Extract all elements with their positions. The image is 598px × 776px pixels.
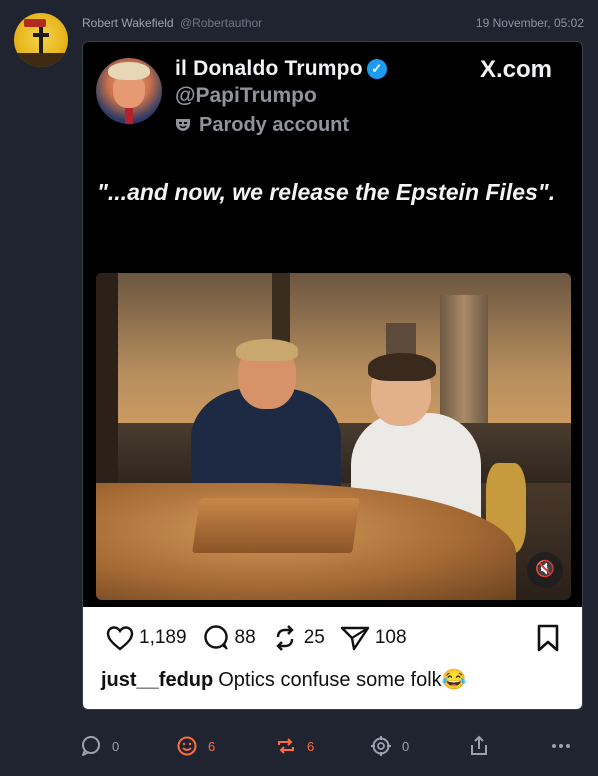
verified-badge-icon: ✓ [366,59,387,79]
like-count: 1,189 [139,627,187,648]
reply-count: 88 [234,627,256,648]
post-author[interactable]: Robert Wakefield @Robertauthor [82,16,262,30]
avatar-ground [14,53,68,67]
pfp-tie [125,108,133,124]
author-name[interactable]: Robert Wakefield [82,16,174,30]
author-avatar[interactable] [14,13,68,67]
top-comment: just__fedup Optics confuse some folk😂 [101,667,467,692]
reaction-count: 6 [208,738,216,754]
smiley-icon [177,736,197,756]
embedded-handle: @PapiTrumpo [175,84,317,107]
embedded-post-card[interactable]: il Donaldo Trumpo ✓ @PapiTrumpo Parody ac… [82,41,583,710]
reply-action-count: 0 [112,738,120,754]
embedded-profile-picture [96,58,162,124]
repost-icon [275,625,294,651]
reply-stat: 88 [201,624,256,652]
parody-mask-icon [176,119,190,131]
embedded-photo[interactable]: 🔇 [96,273,571,600]
heart-icon [106,626,134,651]
embedded-footer: 1,189 88 25 108 just__fedup Optics confu… [83,607,582,709]
repost-count: 25 [303,627,325,648]
photo-man-hair [236,339,298,361]
author-handle[interactable]: @Robertauthor [180,16,262,30]
boost-count: 6 [307,738,315,754]
avatar-cross-bar [33,33,49,37]
share-stat: 108 [339,624,407,652]
embedded-stats: 1,189 88 25 108 [105,623,421,653]
embedded-quote-text: "...and now, we release the Epstein File… [97,179,556,205]
send-icon [340,626,370,651]
comment-text: Optics confuse some folk😂 [218,669,467,691]
avatar-sign [24,19,46,27]
display-name-text: il Donaldo Trumpo [175,57,363,80]
speech-bubble-icon [203,625,228,650]
avatar-cross [39,27,43,53]
comment-username: just__fedup [101,669,214,691]
post-timestamp[interactable]: 19 November, 05:02 [476,16,584,30]
react-button[interactable]: 6 [176,733,215,759]
photo-chessboard [192,498,360,553]
share-count: 108 [374,627,407,648]
repost-stat: 25 [270,624,325,652]
boost-icon [278,738,294,754]
boost-button[interactable]: 6 [275,733,314,759]
crosshair-icon [371,736,391,756]
photo-boy-hair [368,353,436,381]
quote-button[interactable]: 0 [370,733,409,759]
bookmark-icon [536,624,560,657]
reply-icon [82,736,100,756]
quote-count: 0 [402,738,410,754]
more-options-button[interactable] [550,733,582,759]
like-stat: 1,189 [105,624,187,652]
mute-icon[interactable]: 🔇 [527,552,563,588]
parody-label-text: Parody account [199,114,350,136]
embedded-display-name: il Donaldo Trumpo ✓ [175,57,387,81]
post-actions: 0 6 6 0 [80,733,590,759]
share-button[interactable] [468,733,500,759]
pfp-hair [108,62,150,80]
share-icon [471,735,487,755]
parody-label: Parody account [175,114,349,137]
brand-xcom: X.com [479,56,552,83]
more-dots-icon [552,744,570,748]
reply-button[interactable]: 0 [80,733,119,759]
